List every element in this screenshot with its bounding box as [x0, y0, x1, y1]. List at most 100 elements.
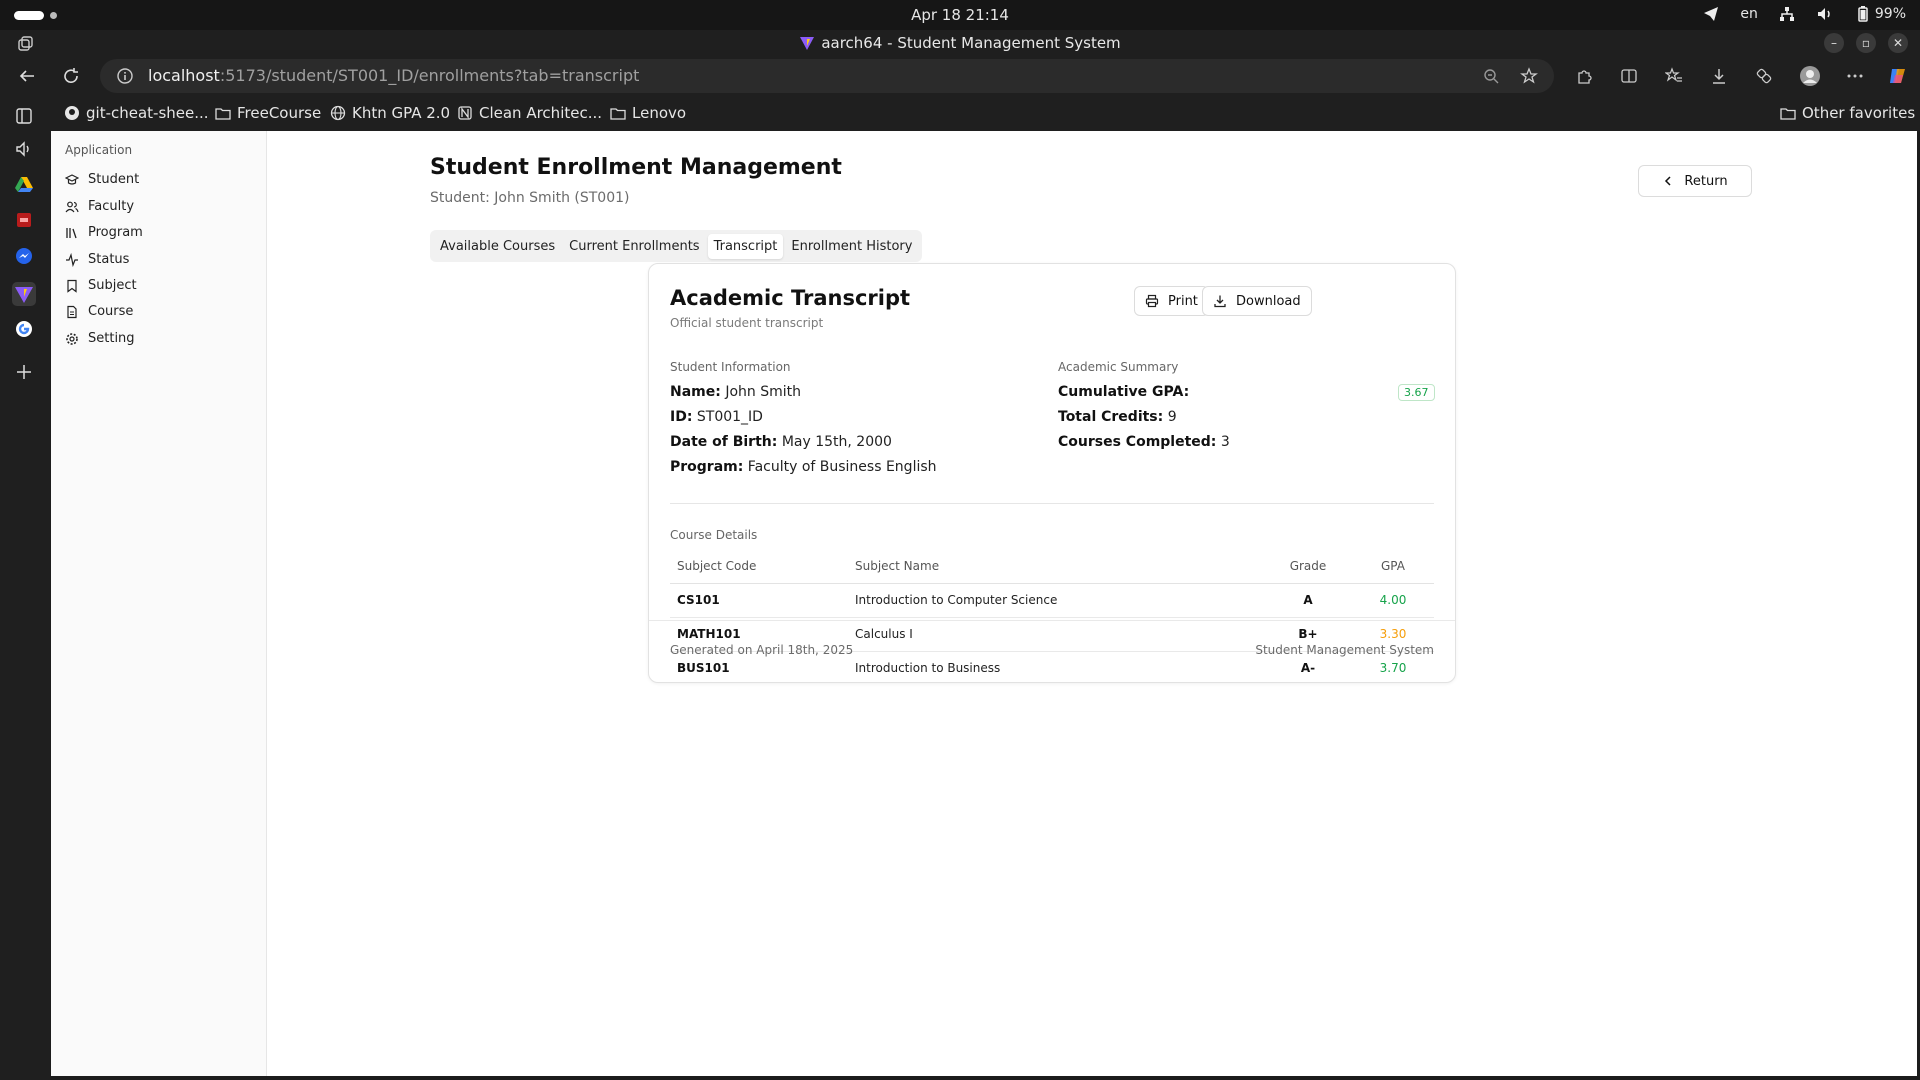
tab-transcript[interactable]: Transcript [707, 233, 784, 259]
return-button-label: Return [1684, 173, 1728, 189]
gear-icon [65, 332, 79, 346]
student-program-value: Faculty of Business English [747, 459, 937, 475]
tab-available-courses[interactable]: Available Courses [434, 234, 561, 259]
google-icon[interactable] [14, 319, 34, 339]
column-header-gpa: GPA [1352, 550, 1434, 584]
split-screen-icon[interactable] [1620, 67, 1638, 85]
telegram-icon[interactable] [1702, 5, 1720, 23]
bookmark-icon [65, 279, 79, 293]
more-menu-icon[interactable] [1846, 67, 1864, 85]
app-sidebar: Application Student Faculty Program Stat… [51, 131, 267, 1076]
browser-side-panel [0, 96, 50, 1080]
globe-icon [330, 105, 346, 121]
activity-icon [65, 252, 79, 267]
url-text[interactable]: localhost:5173/student/ST001_ID/enrollme… [148, 66, 639, 85]
browser-essentials-icon[interactable] [1755, 67, 1773, 85]
profile-avatar-icon[interactable] [1799, 65, 1821, 87]
os-clock[interactable]: Apr 18 21:14 [0, 6, 1920, 24]
address-bar[interactable]: localhost:5173/student/ST001_ID/enrollme… [100, 59, 1554, 93]
total-credits-label: Total Credits: [1058, 409, 1164, 425]
download-icon [1213, 294, 1227, 308]
favorite-star-icon[interactable] [1520, 67, 1538, 85]
network-icon[interactable] [1778, 5, 1796, 23]
notion-icon [457, 105, 473, 121]
battery-percent: 99% [1874, 6, 1906, 22]
sidebar-item-program[interactable]: Program [65, 225, 143, 240]
print-button[interactable]: Print [1134, 286, 1209, 316]
site-info-icon[interactable] [116, 67, 134, 85]
sidebar-item-faculty[interactable]: Faculty [65, 199, 134, 214]
favorites-icon[interactable] [1665, 67, 1683, 85]
tab-current-enrollments[interactable]: Current Enrollments [563, 234, 705, 259]
minimize-button[interactable]: – [1824, 33, 1844, 53]
cumulative-gpa-label: Cumulative GPA: [1058, 384, 1190, 400]
return-button[interactable]: Return [1638, 165, 1752, 197]
add-app-icon[interactable] [14, 362, 34, 382]
copilot-icon[interactable] [1888, 66, 1908, 86]
download-button[interactable]: Download [1202, 286, 1312, 316]
google-drive-icon[interactable] [14, 174, 34, 194]
battery-status[interactable]: 99% [1854, 5, 1906, 23]
zoom-out-icon[interactable] [1482, 67, 1500, 85]
reload-icon[interactable] [62, 67, 80, 85]
bookmark-label: Khtn GPA 2.0 [352, 104, 451, 122]
student-info-heading: Student Information [670, 360, 791, 374]
bookmark-freecourse[interactable]: FreeCourse [215, 104, 321, 122]
vertical-tabs-icon[interactable] [14, 106, 34, 126]
bookmark-label: Clean Architec... [479, 104, 603, 122]
course-details-heading: Course Details [670, 528, 758, 542]
sidebar-item-label: Student [88, 172, 140, 187]
gpa-cell: 4.00 [1352, 583, 1434, 618]
speaker-icon[interactable] [14, 139, 34, 159]
pdf-app-icon[interactable] [14, 210, 34, 230]
keyboard-language[interactable]: en [1740, 6, 1758, 22]
vite-app-icon[interactable] [12, 282, 36, 306]
bookmark-label: Lenovo [632, 104, 687, 122]
table-header-row: Subject Code Subject Name Grade GPA [670, 550, 1434, 584]
folder-icon [215, 105, 231, 121]
sidebar-item-setting[interactable]: Setting [65, 331, 135, 346]
student-dob-label: Date of Birth: [670, 434, 778, 450]
student-name-line: Name: John Smith [670, 384, 801, 400]
sidebar-item-label: Faculty [88, 199, 135, 214]
page-subtitle: Student: John Smith (ST001) [430, 190, 630, 206]
student-program-label: Program: [670, 459, 744, 475]
url-path: :5173/student/ST001_ID/enrollments?tab=t… [219, 66, 640, 85]
other-favorites[interactable]: Other favorites [1780, 104, 1915, 122]
maximize-button[interactable]: ▫ [1856, 33, 1876, 53]
folder-icon [1780, 105, 1796, 121]
printer-icon [1145, 294, 1159, 308]
sidebar-item-label: Program [88, 225, 143, 240]
bookmark-clean-architecture[interactable]: Clean Architec... [457, 104, 602, 122]
courses-completed-value: 3 [1220, 434, 1230, 450]
student-id-value: ST001_ID [696, 409, 763, 425]
courses-completed-line: Courses Completed: 3 [1058, 434, 1230, 450]
bookmark-git-cheat-sheet[interactable]: git-cheat-shee... [64, 104, 209, 122]
cumulative-gpa-badge: 3.67 [1398, 384, 1435, 401]
downloads-icon[interactable] [1710, 67, 1728, 85]
sidebar-item-subject[interactable]: Subject [65, 278, 137, 293]
messenger-icon[interactable] [14, 246, 34, 266]
bookmark-label: FreeCourse [237, 104, 322, 122]
sidebar-group-label: Application [65, 143, 133, 157]
student-id-line: ID: ST001_ID [670, 409, 763, 425]
total-credits-line: Total Credits: 9 [1058, 409, 1177, 425]
sidebar-item-course[interactable]: Course [65, 304, 133, 319]
back-icon[interactable] [18, 67, 36, 85]
grade-cell: A [1264, 583, 1352, 618]
extensions-icon[interactable] [1575, 67, 1593, 85]
tab-enrollment-history[interactable]: Enrollment History [785, 234, 918, 259]
bookmark-khtn-gpa[interactable]: Khtn GPA 2.0 [330, 104, 450, 122]
sidebar-item-status[interactable]: Status [65, 252, 129, 267]
system-name: Student Management System [1255, 643, 1434, 657]
student-name-value: John Smith [725, 384, 801, 400]
graduation-cap-icon [65, 173, 79, 187]
bookmark-lenovo[interactable]: Lenovo [610, 104, 686, 122]
os-top-bar: Apr 18 21:14 en 99% [0, 0, 1920, 30]
file-icon [65, 305, 79, 319]
close-window-button[interactable]: ✕ [1888, 33, 1908, 53]
table-row: CS101 Introduction to Computer Science A… [670, 583, 1434, 618]
volume-icon[interactable] [1816, 5, 1834, 23]
sidebar-item-student[interactable]: Student [65, 172, 139, 187]
address-toolbar: localhost:5173/student/ST001_ID/enrollme… [0, 56, 1920, 96]
